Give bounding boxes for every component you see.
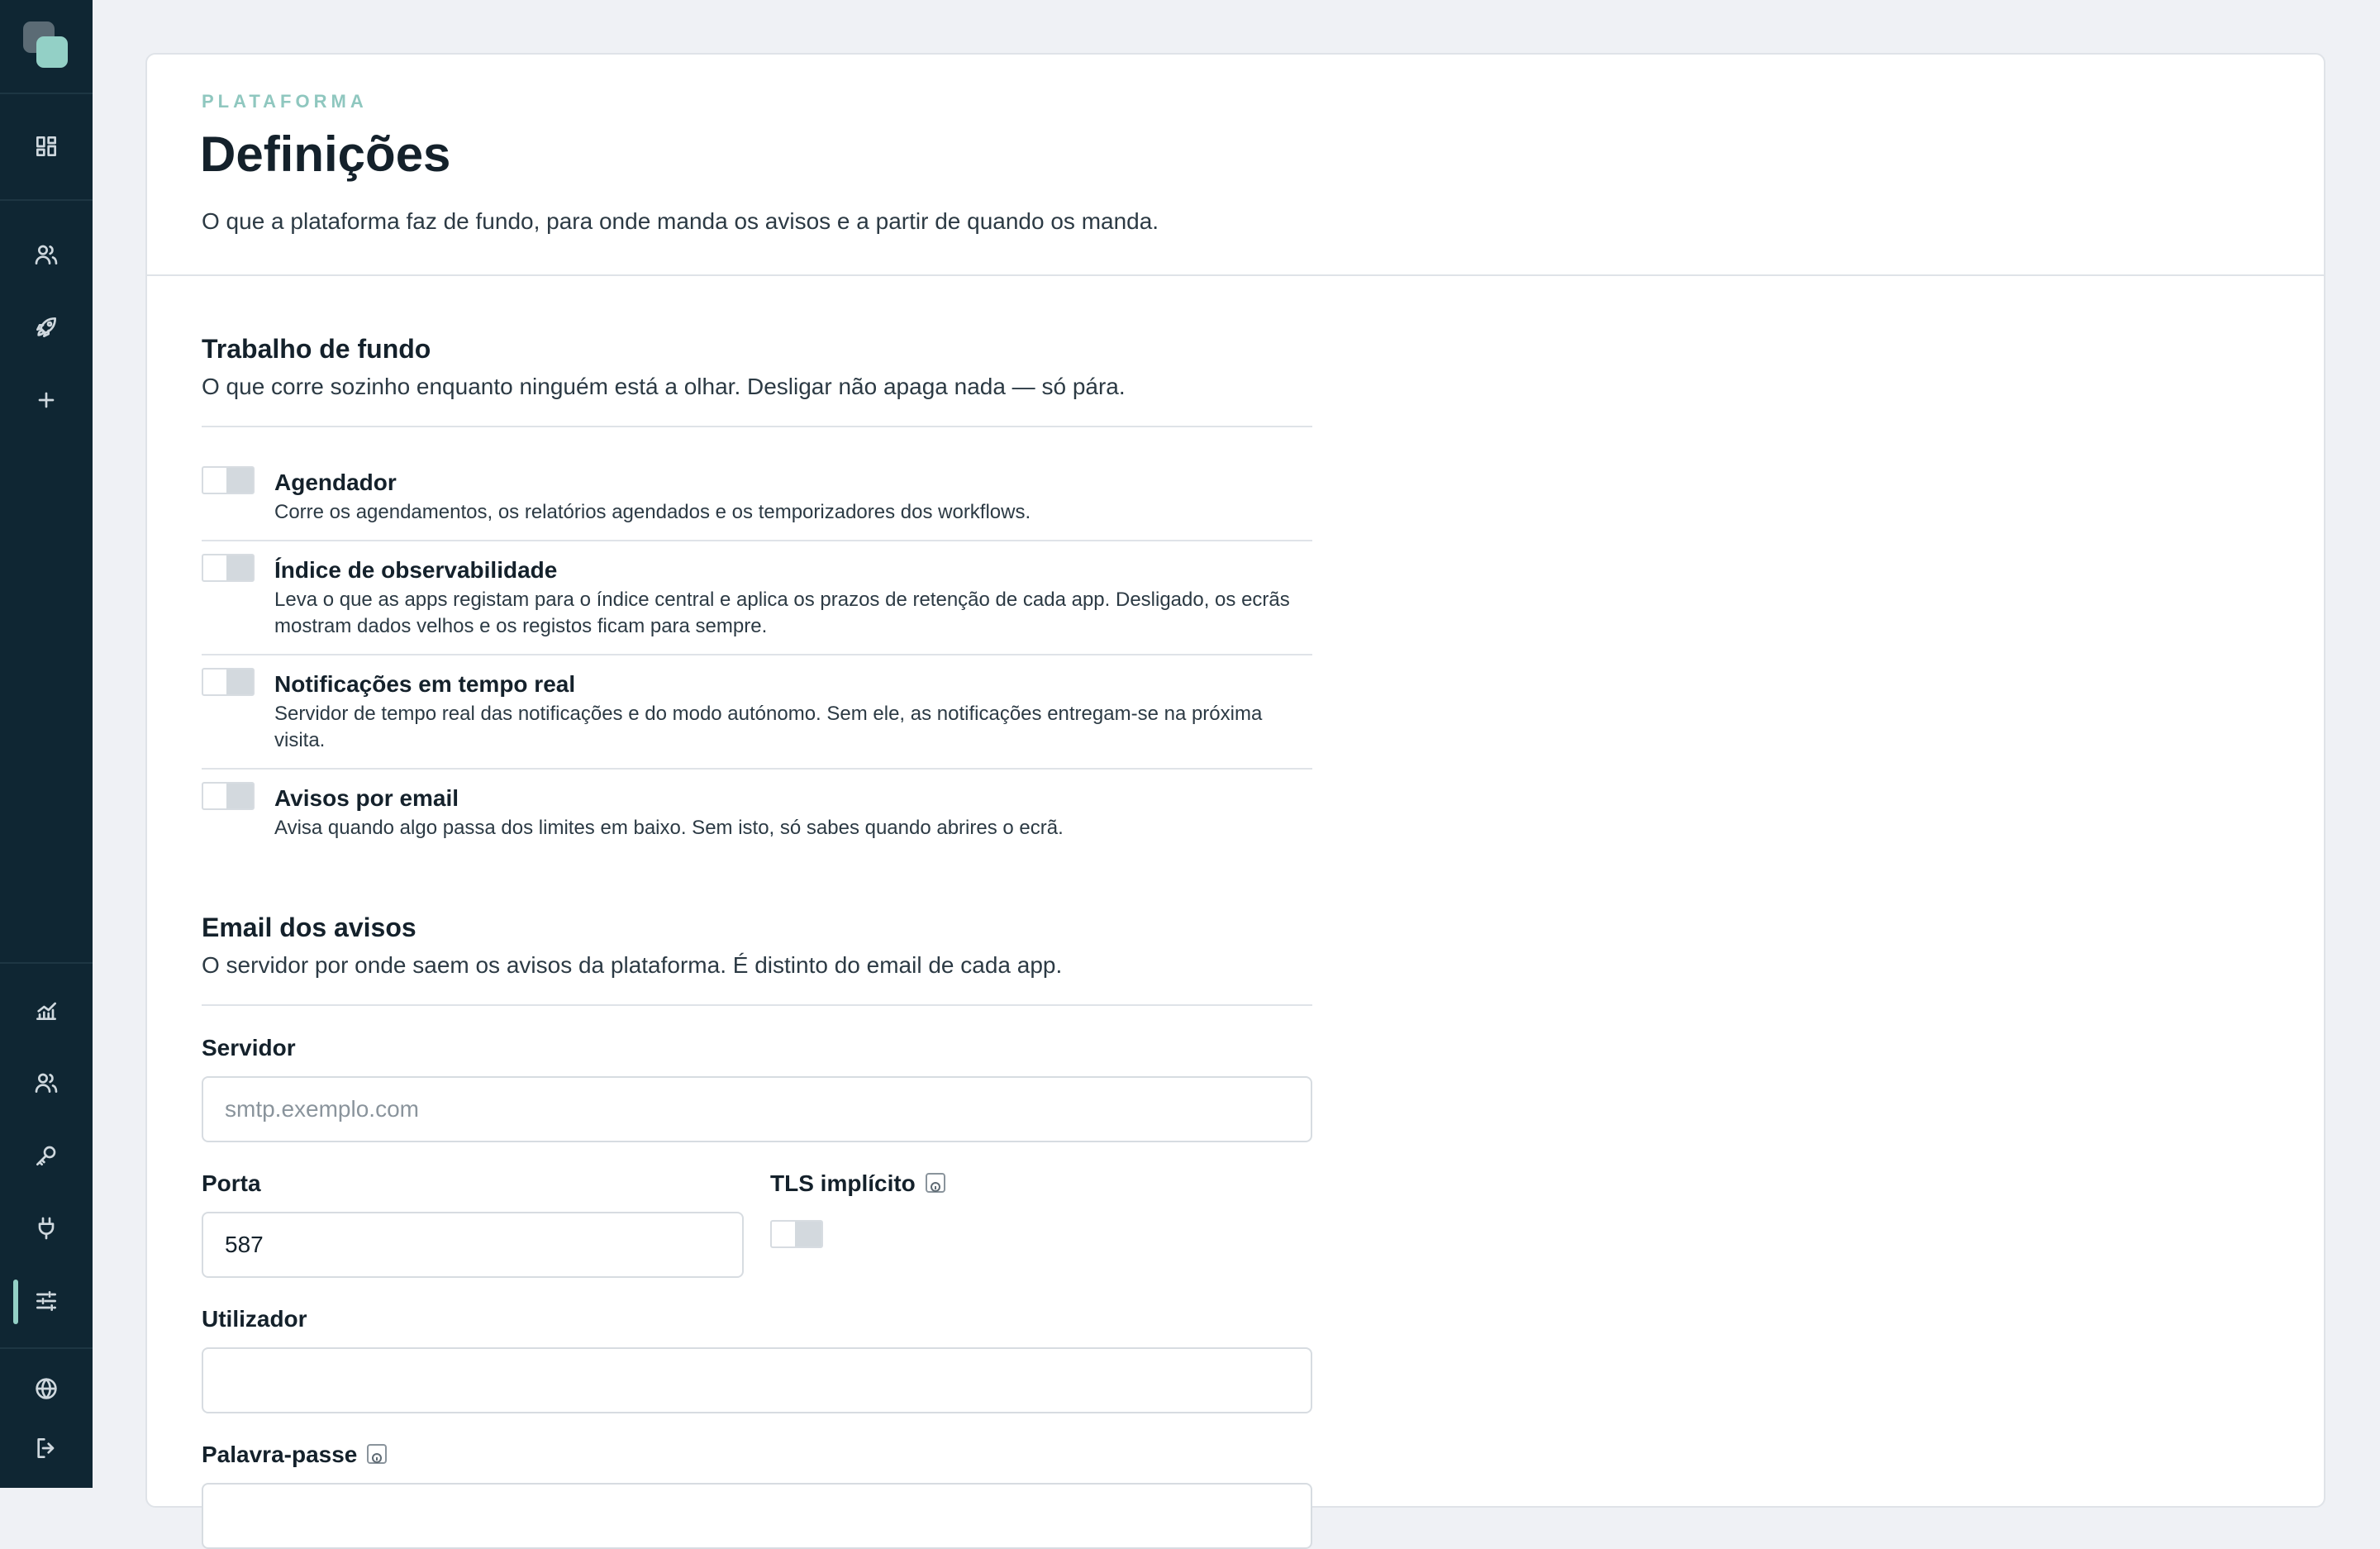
user-label: Utilizador [202, 1306, 307, 1332]
password-label-wrapper: Palavra-passe [202, 1442, 388, 1468]
server-input[interactable] [202, 1076, 1312, 1142]
toggle-scheduler[interactable] [202, 466, 255, 494]
password-label: Palavra-passe [202, 1442, 358, 1467]
sidebar-divider [0, 93, 93, 94]
section-title-background: Trabalho de fundo [202, 334, 431, 364]
logout-icon[interactable] [26, 1428, 66, 1468]
toggle-implicit-tls[interactable] [770, 1220, 823, 1248]
option-divider [202, 654, 1312, 655]
key-icon[interactable] [26, 1136, 66, 1175]
globe-icon[interactable] [26, 1369, 66, 1408]
header-divider [147, 274, 2324, 276]
option-description-email-alerts: Avisa quando algo passa dos limites em b… [274, 817, 1064, 839]
section-title-email: Email dos avisos [202, 913, 416, 942]
toggle-email-alerts[interactable] [202, 782, 255, 810]
page-title: Definições [200, 126, 451, 182]
users-icon[interactable] [26, 235, 66, 274]
plug-icon[interactable] [26, 1208, 66, 1248]
option-title-realtime-notifications: Notificações em tempo real [274, 671, 576, 697]
sidebar-divider [0, 199, 93, 201]
sidebar-divider [0, 962, 93, 964]
section-description-background: O que corre sozinho enquanto ninguém est… [202, 374, 1126, 399]
option-title-email-alerts: Avisos por email [274, 785, 459, 811]
section-description-email: O servidor por onde saem os avisos da pl… [202, 952, 1063, 978]
user-input[interactable] [202, 1347, 1312, 1413]
section-divider [202, 426, 1312, 427]
settings-card: PLATAFORMA Definições O que a plataforma… [145, 53, 2325, 1549]
plus-icon[interactable] [26, 380, 66, 420]
section-divider [202, 1004, 1312, 1006]
option-title-scheduler: Agendador [274, 469, 397, 495]
option-description-scheduler: Corre os agendamentos, os relatórios age… [274, 501, 1031, 523]
toggle-observability-index[interactable] [202, 554, 255, 582]
toggle-realtime-notifications[interactable] [202, 668, 255, 696]
sliders-icon[interactable] [26, 1281, 66, 1321]
tls-label-wrapper: TLS implícito [770, 1170, 945, 1197]
option-description-observability-index: Leva o que as apps registam para o índic… [274, 589, 1290, 637]
team-icon[interactable] [26, 1063, 66, 1103]
server-label: Servidor [202, 1035, 296, 1060]
password-input[interactable] [202, 1483, 1312, 1549]
port-label: Porta [202, 1170, 261, 1196]
port-input[interactable] [202, 1212, 744, 1278]
sidebar [0, 0, 93, 1488]
option-divider [202, 540, 1312, 541]
option-divider [202, 768, 1312, 770]
dashboard-icon[interactable] [26, 126, 66, 166]
info-icon[interactable] [367, 1443, 388, 1464]
analytics-icon[interactable] [26, 990, 66, 1030]
active-indicator [13, 1280, 18, 1324]
rocket-icon[interactable] [26, 307, 66, 347]
tls-label: TLS implícito [770, 1170, 916, 1196]
app-logo[interactable] [23, 21, 69, 69]
option-description-realtime-notifications: Servidor de tempo real das notificações … [274, 703, 1263, 751]
eyebrow-label: PLATAFORMA [202, 91, 368, 112]
option-title-observability-index: Índice de observabilidade [274, 557, 558, 583]
page-description: O que a plataforma faz de fundo, para on… [202, 208, 1159, 234]
sidebar-divider [0, 1347, 93, 1349]
info-icon[interactable] [925, 1172, 945, 1193]
